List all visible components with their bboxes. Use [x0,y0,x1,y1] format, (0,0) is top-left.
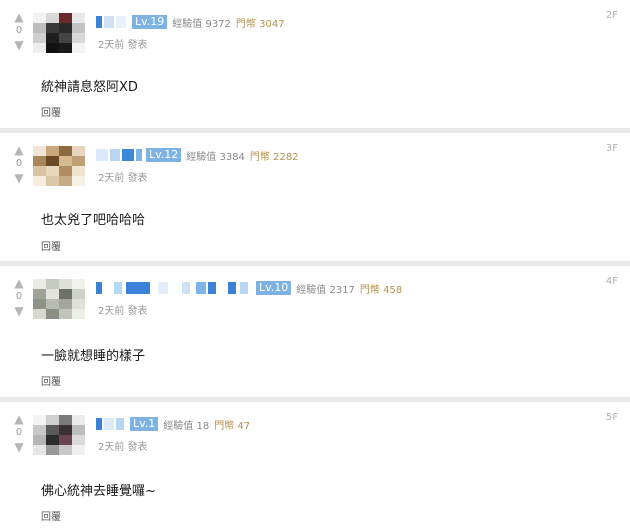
level-badge: Lv.10 [256,281,292,295]
arrow-up-icon[interactable]: ▲ [11,10,27,24]
level-badge: Lv.12 [146,148,182,162]
vote-control: ▲ 0 ▼ [11,143,27,185]
exp-value: 經驗值 18 [163,420,210,432]
vote-count: 0 [15,25,23,36]
username[interactable] [96,282,252,294]
vote-control: ▲ 0 ▼ [11,412,27,454]
user-info: Lv.1 經驗值 18 門幣 47 [96,416,255,432]
username[interactable] [96,149,142,161]
arrow-down-icon[interactable]: ▼ [11,38,27,52]
avatar[interactable] [33,13,85,53]
exp-value: 經驗值 9372 [172,18,231,30]
reply-button[interactable]: 回覆 [41,238,61,253]
vote-control: ▲ 0 ▼ [11,10,27,52]
vote-count: 0 [15,291,23,302]
arrow-down-icon[interactable]: ▼ [11,304,27,318]
comment-text: 統神請息怒阿XD [41,80,138,95]
floor-number: 3F [605,143,618,154]
avatar[interactable] [33,146,85,186]
coin-value: 門幣 458 [359,284,403,296]
user-info: Lv.12 經驗值 3384 門幣 2282 [96,147,304,163]
exp-value: 經驗值 3384 [186,151,245,163]
comment-item: ▲ 0 ▼ Lv.12 經驗值 3384 門幣 2282 2天前 發表 3F 也… [0,133,630,261]
arrow-up-icon[interactable]: ▲ [11,276,27,290]
comment-text: 一臉就想睡的樣子 [41,349,146,364]
reply-button[interactable]: 回覆 [41,373,61,388]
vote-count: 0 [15,158,23,169]
floor-number: 5F [605,412,618,423]
arrow-up-icon[interactable]: ▲ [11,143,27,157]
comment-item: ▲ 0 ▼ Lv.1 經驗值 18 門幣 47 2天前 發表 5F 佛心統神去睡… [0,402,630,530]
post-time: 2天前 發表 [98,442,148,453]
comment-text: 佛心統神去睡覺囉~ [41,484,156,499]
coin-value: 門幣 3047 [235,18,285,30]
floor-number: 4F [605,276,618,287]
level-badge: Lv.1 [130,417,159,431]
reply-button[interactable]: 回覆 [41,508,61,523]
avatar[interactable] [33,279,85,319]
post-time: 2天前 發表 [98,173,148,184]
arrow-down-icon[interactable]: ▼ [11,171,27,185]
exp-value: 經驗值 2317 [296,284,355,296]
vote-control: ▲ 0 ▼ [11,276,27,318]
arrow-down-icon[interactable]: ▼ [11,440,27,454]
reply-button[interactable]: 回覆 [41,104,61,119]
vote-count: 0 [15,427,23,438]
arrow-up-icon[interactable]: ▲ [11,412,27,426]
coin-value: 門幣 2282 [249,151,299,163]
post-time: 2天前 發表 [98,40,148,51]
level-badge: Lv.19 [132,15,168,29]
comment-item: ▲ 0 ▼ Lv.10 經驗值 2317 門幣 458 2天前 發表 4F 一臉… [0,266,630,397]
username[interactable] [96,418,126,430]
comment-item: ▲ 0 ▼ Lv.19 經驗值 9372 門幣 3047 2天前 發表 2F 統… [0,0,630,128]
comment-text: 也太兇了吧哈哈哈 [41,213,146,228]
user-info: Lv.19 經驗值 9372 門幣 3047 [96,14,290,30]
user-info: Lv.10 經驗值 2317 門幣 458 [96,280,407,296]
avatar[interactable] [33,415,85,455]
coin-value: 門幣 47 [214,420,251,432]
floor-number: 2F [605,10,618,21]
username[interactable] [96,16,128,28]
post-time: 2天前 發表 [98,306,148,317]
